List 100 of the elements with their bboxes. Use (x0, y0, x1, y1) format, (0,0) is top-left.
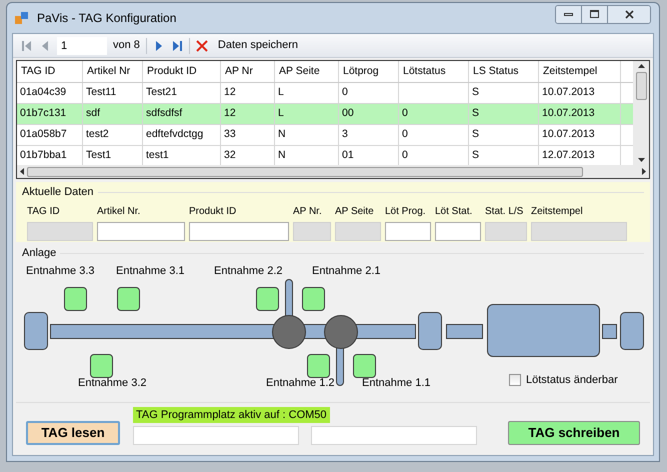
input-field[interactable] (385, 222, 431, 240)
window-title: PaVis - TAG Konfiguration (37, 10, 176, 27)
field-label: Löt Prog. (385, 204, 426, 218)
input-field[interactable] (435, 222, 481, 240)
read-tag-button[interactable]: TAG lesen (26, 421, 120, 445)
horizontal-scrollbar[interactable] (17, 165, 649, 178)
table-cell-text: 0 (402, 148, 408, 164)
end-cap (620, 312, 644, 350)
field-label: Zeitstempel (531, 204, 583, 218)
end-cap (418, 312, 442, 350)
station-label: Entnahme 3.3 (26, 264, 94, 278)
table-cell-text: Test21 (146, 85, 177, 100)
table-cell-text: Test11 (86, 85, 116, 100)
table-cell-text: test1 (146, 148, 169, 164)
table-cell-text: 01b7c131 (20, 106, 66, 122)
close-button[interactable] (608, 6, 650, 22)
scroll-thumb[interactable] (636, 72, 646, 100)
column-header[interactable]: Lötprog (339, 61, 399, 82)
table-cell-text: 0 (402, 106, 408, 122)
field-label: AP Seite (335, 204, 374, 218)
table-row[interactable]: 01a04c39 Test11 Test21 12 L 0 S 10.07.2013 (17, 83, 633, 104)
input-field[interactable] (97, 222, 185, 240)
table-cell-text: 01a04c39 (20, 85, 66, 100)
station-indicator (64, 286, 87, 310)
table-cell-text: 12.07.2013 (542, 148, 595, 164)
table-cell-text: 01a058b7 (20, 127, 67, 142)
conveyor-belt (602, 324, 617, 338)
scroll-left-icon[interactable] (20, 168, 24, 175)
field-label: AP Nr. (293, 204, 322, 218)
table-cell-text: L (278, 85, 284, 100)
station-indicator (256, 286, 279, 310)
position-field[interactable]: 1 (57, 36, 107, 54)
column-header[interactable]: Zeitstempel (539, 61, 621, 82)
station-indicator (90, 354, 113, 378)
input-field[interactable] (189, 222, 289, 240)
input-field[interactable] (133, 426, 299, 445)
table-cell-text: 10.07.2013 (542, 106, 595, 122)
field-label: Stat. L/S (485, 204, 524, 218)
field-label: Löt Stat. (435, 204, 472, 218)
table-cell-text: L (278, 106, 284, 122)
table-cell-text: N (278, 127, 286, 142)
scroll-down-icon[interactable] (638, 158, 644, 162)
table-cell-text: 00 (342, 106, 354, 122)
table-cell-text: 33 (224, 127, 236, 142)
close-icon (624, 10, 634, 18)
table-row[interactable]: 01b7c131 sdf sdfsdfsf 12 L 00 0 S 10.07.2013 (17, 104, 633, 125)
table-cell-text: 12 (224, 106, 236, 122)
station-indicator (302, 286, 325, 310)
field-label: TAG ID (27, 204, 60, 218)
table-row[interactable]: 01a058b7 test2 edftefvdctgg 33 N 3 0 S 10.07.2013 (17, 125, 633, 146)
scroll-thumb[interactable] (27, 166, 583, 176)
delete-icon[interactable] (196, 40, 208, 52)
table-cell-text: sdfsdfsf (146, 106, 182, 122)
table-cell-text: sdf (86, 106, 100, 122)
column-header[interactable]: AP Nr (221, 61, 275, 82)
table-cell-text: 12 (224, 85, 236, 100)
station-label: Entnahme 3.1 (116, 264, 184, 278)
table-cell-text: 10.07.2013 (542, 127, 595, 142)
maximize-button[interactable] (582, 6, 608, 22)
scroll-right-icon[interactable] (642, 168, 646, 175)
checkbox[interactable] (509, 374, 521, 386)
save-button[interactable]: Daten speichern (214, 37, 302, 54)
table-cell-text: S (472, 85, 480, 100)
column-header[interactable]: Lötstatus (399, 61, 469, 82)
table-cell-text: 0 (342, 85, 348, 100)
table-cell-text: 32 (224, 148, 236, 164)
status-label: TAG Programmplatz aktiv auf : COM50 (133, 406, 330, 423)
minimize-button[interactable] (556, 6, 582, 22)
input-field[interactable] (311, 426, 477, 445)
end-cap (24, 312, 48, 350)
station-label: Entnahme 2.1 (312, 264, 380, 278)
column-header[interactable]: LS Status (469, 61, 539, 82)
table-cell-text: Test1 (86, 148, 112, 164)
scroll-up-icon[interactable] (638, 64, 644, 68)
last-record-icon[interactable] (170, 40, 183, 52)
app-icon (15, 11, 29, 25)
vertical-scrollbar[interactable] (633, 61, 649, 165)
column-header[interactable]: AP Seite (275, 61, 339, 82)
station-label: Entnahme 1.1 (362, 376, 430, 390)
checkbox-label: Lötstatus änderbar (526, 372, 618, 388)
column-header[interactable]: Produkt ID (143, 61, 221, 82)
station-label: Entnahme 1.2 (266, 376, 334, 390)
group-title: Anlage (22, 246, 56, 261)
column-header[interactable]: TAG ID (17, 61, 83, 82)
table-cell-text: S (472, 106, 480, 122)
station-label: Entnahme 2.2 (214, 264, 282, 278)
station-label: Entnahme 3.2 (78, 376, 146, 390)
table-cell-text: 3 (342, 127, 348, 142)
table-cell-text: 10.07.2013 (542, 85, 595, 100)
conveyor-belt (446, 324, 483, 338)
table-cell-text: S (472, 148, 480, 164)
station-indicator (117, 286, 140, 310)
table-cell-text: S (472, 127, 480, 142)
table-cell-text: test2 (86, 127, 109, 142)
table-cell-text: edftefvdctgg (146, 127, 204, 142)
column-header[interactable]: Artikel Nr (83, 61, 143, 82)
table-cell-text: 01 (342, 148, 354, 164)
record-count: von 8 (113, 38, 140, 54)
station-indicator (307, 354, 330, 378)
write-tag-button[interactable]: TAG schreiben (508, 421, 640, 445)
